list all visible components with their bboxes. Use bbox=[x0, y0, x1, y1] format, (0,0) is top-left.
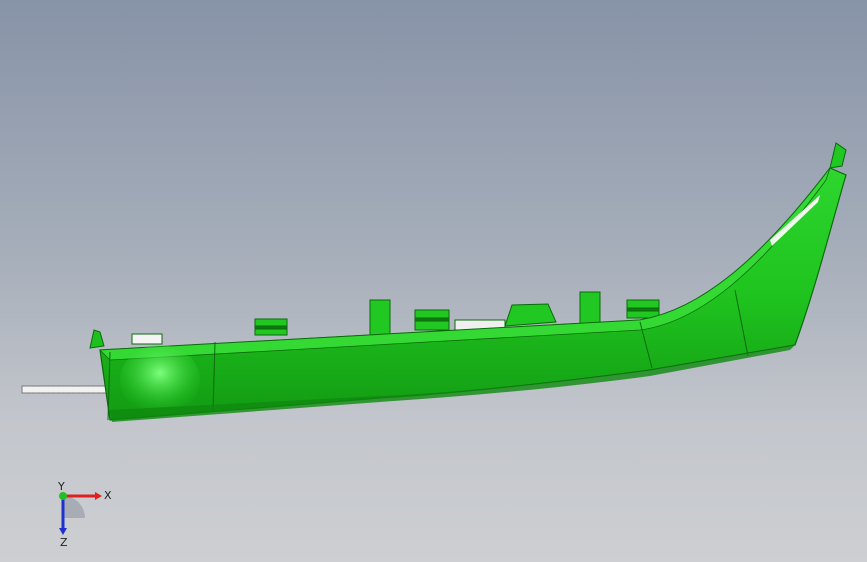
x-arrow-icon bbox=[95, 492, 102, 500]
x-axis-label: X bbox=[104, 489, 112, 502]
y-axis-label: Y bbox=[57, 480, 65, 493]
part-body bbox=[99, 167, 847, 421]
y-axis-icon bbox=[59, 492, 67, 500]
3d-viewport[interactable]: X Y Z bbox=[0, 0, 867, 562]
part-model[interactable] bbox=[0, 0, 867, 562]
orientation-triad: X Y Z bbox=[57, 480, 112, 549]
z-arrow-icon bbox=[59, 528, 67, 535]
triad-shadow bbox=[63, 496, 85, 518]
z-axis-label: Z bbox=[60, 536, 68, 549]
